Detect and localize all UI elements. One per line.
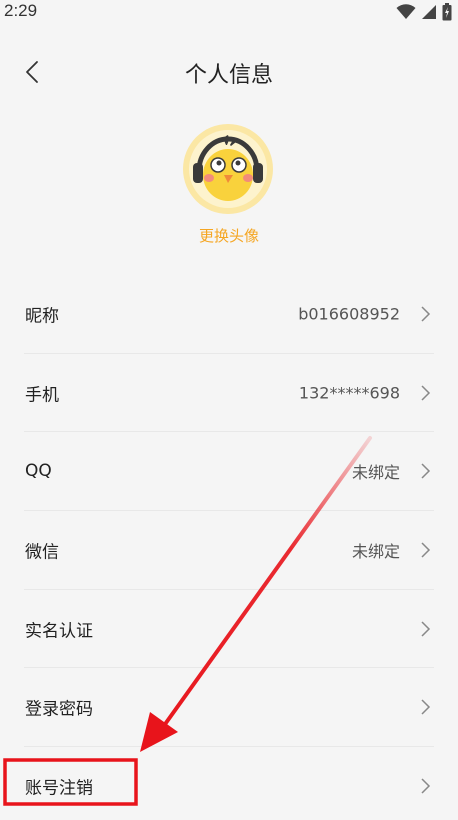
row-label: 登录密码: [25, 699, 93, 720]
row-wechat[interactable]: 微信 未绑定: [24, 511, 434, 590]
change-avatar-link[interactable]: 更换头像: [0, 225, 458, 246]
header: 个人信息: [0, 44, 458, 100]
row-qq[interactable]: QQ 未绑定: [24, 432, 434, 512]
status-icons: [396, 3, 452, 21]
status-time: 2:29: [4, 1, 38, 20]
chevron-right-icon: [421, 463, 431, 479]
row-label: 昵称: [25, 306, 59, 327]
info-list: 昵称 b016608952 手机 132*****698 QQ 未绑定 微信 未…: [0, 275, 458, 820]
signal-icon: [422, 5, 436, 19]
avatar[interactable]: [182, 123, 274, 215]
row-value: 未绑定: [351, 463, 400, 483]
chevron-right-icon: [421, 621, 431, 637]
wifi-icon: [396, 4, 416, 19]
row-phone[interactable]: 手机 132*****698: [24, 354, 434, 433]
personal-info-screen: 2:29 个人信息 更换头像 昵称 b016608952 手机 132*****…: [0, 0, 458, 820]
chevron-right-icon: [421, 306, 431, 322]
row-label: 手机: [25, 385, 59, 406]
page-title: 个人信息: [184, 63, 273, 88]
row-label: 微信: [25, 542, 59, 563]
chevron-right-icon: [421, 699, 431, 715]
row-value: 未绑定: [351, 541, 400, 561]
chevron-right-icon: [421, 778, 431, 794]
row-real-name-verification[interactable]: 实名认证: [24, 590, 434, 669]
row-login-password[interactable]: 登录密码: [24, 668, 434, 748]
battery-icon: [442, 3, 452, 21]
row-label: 账号注销: [25, 778, 93, 799]
status-bar: 2:29: [0, 0, 458, 24]
row-value: 132*****698: [298, 383, 400, 403]
chevron-right-icon: [421, 542, 431, 558]
row-label: 实名认证: [25, 621, 93, 642]
row-nickname[interactable]: 昵称 b016608952: [24, 275, 434, 354]
row-value: b016608952: [298, 304, 400, 324]
row-label: QQ: [25, 461, 52, 482]
row-account-deletion[interactable]: 账号注销: [24, 747, 434, 820]
chevron-right-icon: [421, 385, 431, 401]
